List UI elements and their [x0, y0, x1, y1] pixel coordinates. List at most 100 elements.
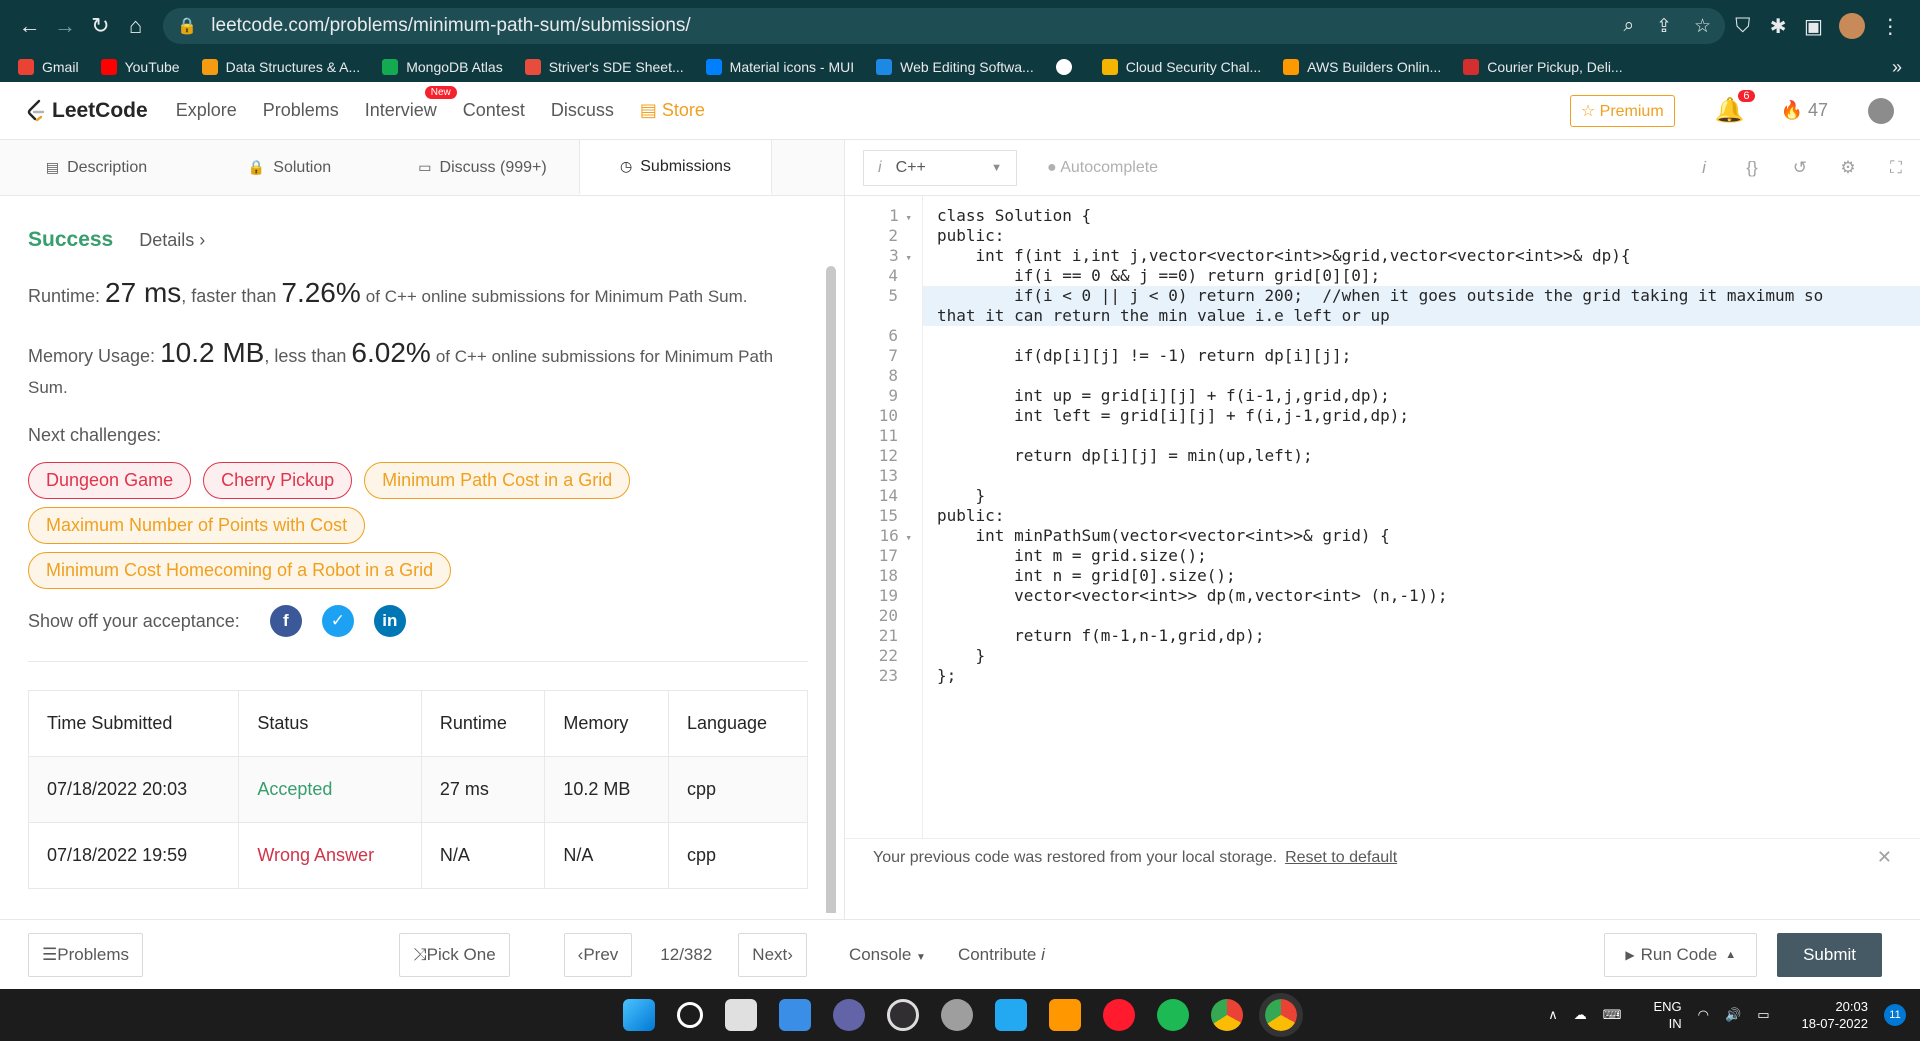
tab-discuss[interactable]: ▭ Discuss (999+)	[386, 140, 579, 195]
braces-icon[interactable]: {}	[1728, 158, 1776, 178]
problems-button[interactable]: ☰ Problems	[28, 932, 144, 977]
leetcode-logo[interactable]: LeetCode	[26, 99, 148, 123]
linkedin-icon[interactable]: in	[373, 605, 406, 637]
shield-icon[interactable]: ⛉	[1725, 15, 1760, 38]
chevron-up-icon[interactable]: ∧	[1548, 1007, 1558, 1023]
table-cell[interactable]: Accepted	[238, 756, 422, 823]
star-icon[interactable]: ☆	[1694, 15, 1711, 38]
battery-icon[interactable]: ▭	[1757, 1007, 1769, 1023]
home-icon[interactable]: ⌂	[118, 8, 153, 44]
facebook-icon[interactable]: f	[269, 605, 302, 637]
sidepanel-icon[interactable]: ▣	[1796, 14, 1831, 39]
volume-icon[interactable]: 🔊	[1725, 1007, 1741, 1023]
bookmark-item[interactable]: Courier Pickup, Deli...	[1463, 59, 1623, 75]
bookmark-item[interactable]: AWS Builders Onlin...	[1283, 59, 1441, 75]
bookmark-item[interactable]: Striver's SDE Sheet...	[524, 59, 684, 75]
search-icon[interactable]	[677, 1002, 703, 1028]
reload-icon[interactable]: ↻	[83, 8, 118, 44]
details-link[interactable]: Details ›	[139, 230, 205, 251]
user-avatar-icon[interactable]	[1868, 97, 1894, 124]
more-bookmarks-icon[interactable]: »	[1892, 57, 1902, 78]
autocomplete-toggle[interactable]: ● Autocomplete	[1047, 159, 1158, 177]
menu-dots-icon[interactable]: ⋮	[1873, 14, 1908, 39]
table-cell[interactable]: Wrong Answer	[238, 822, 422, 889]
premium-button[interactable]: ☆ Premium	[1569, 94, 1675, 127]
fullscreen-icon[interactable]: ⛶	[1872, 158, 1920, 178]
twitter-icon[interactable]: ✓	[321, 605, 354, 637]
url-text[interactable]: leetcode.com/problems/minimum-path-sum/s…	[211, 15, 1601, 37]
nav-interview[interactable]: Interview New	[365, 86, 457, 121]
challenge-chip[interactable]: Minimum Cost Homecoming of a Robot in a …	[28, 552, 452, 589]
bookmark-item[interactable]: Gmail	[18, 59, 79, 75]
zoom-icon[interactable]: ⌕	[1623, 15, 1634, 37]
settings-icon[interactable]: ⚙	[1824, 158, 1872, 178]
address-bar[interactable]: 🔒 leetcode.com/problems/minimum-path-sum…	[163, 8, 1726, 44]
bell-icon[interactable]: 🔔 6	[1715, 90, 1755, 125]
bookmark-item[interactable]	[1055, 59, 1080, 75]
cloud-icon[interactable]: ☁	[1574, 1007, 1587, 1023]
contribute-button[interactable]: Contribute i	[958, 945, 1045, 965]
notification-badge[interactable]: 11	[1884, 1004, 1906, 1026]
reset-icon[interactable]: ↺	[1776, 158, 1824, 178]
chat-app-icon[interactable]	[833, 999, 865, 1031]
tab-description[interactable]: ▤ Description	[0, 140, 193, 195]
challenge-chip[interactable]: Cherry Pickup	[203, 462, 353, 499]
runtime-mid: , faster than	[181, 286, 277, 306]
bookmark-item[interactable]: YouTube	[100, 59, 180, 75]
windows-start-icon[interactable]	[623, 999, 655, 1031]
info-icon[interactable]: i	[1680, 158, 1728, 178]
pick-one-button[interactable]: ⤨ Pick One	[399, 932, 510, 977]
opera-icon[interactable]	[1103, 999, 1135, 1031]
profile-avatar[interactable]	[1839, 13, 1865, 39]
submit-button[interactable]: Submit	[1777, 932, 1882, 977]
bookmark-item[interactable]: Cloud Security Chal...	[1101, 59, 1261, 75]
spotify-icon[interactable]	[1157, 999, 1189, 1031]
table-row[interactable]: 07/18/2022 20:03 Accepted 27 ms 10.2 MB cpp	[27, 756, 809, 823]
console-button[interactable]: Console ▼	[849, 945, 926, 965]
challenge-chip[interactable]: Dungeon Game	[28, 462, 192, 499]
clock[interactable]: 20:03 18-07-2022	[1786, 998, 1869, 1032]
reset-default-link[interactable]: Reset to default	[1285, 849, 1397, 867]
vscode-icon[interactable]	[995, 999, 1027, 1031]
bookmark-item[interactable]: Web Editing Softwa...	[876, 59, 1034, 75]
fold-icon[interactable]: ▾	[899, 251, 912, 264]
next-button[interactable]: Next ›	[738, 932, 807, 977]
wifi-icon[interactable]: ◠	[1698, 1007, 1709, 1023]
nav-contest[interactable]: Contest	[463, 100, 525, 121]
fold-icon[interactable]: ▾	[899, 211, 912, 224]
nav-problems[interactable]: Problems	[263, 100, 339, 121]
chrome-active-icon[interactable]	[1259, 993, 1303, 1037]
tab-solution[interactable]: 🔒 Solution	[193, 140, 386, 195]
bookmark-item[interactable]: Data Structures & A...	[201, 59, 360, 75]
challenge-chip[interactable]: Maximum Number of Points with Cost	[28, 507, 366, 544]
forward-icon[interactable]: →	[47, 8, 82, 44]
challenge-chip[interactable]: Minimum Path Cost in a Grid	[364, 462, 631, 499]
fold-icon[interactable]: ▾	[899, 531, 912, 544]
code-content[interactable]: class Solution {public: int f(int i,int …	[923, 196, 1920, 841]
run-code-button[interactable]: ▶ Run Code ▲	[1604, 932, 1758, 977]
prev-button[interactable]: ‹ Prev	[563, 932, 633, 977]
bookmark-item[interactable]: MongoDB Atlas	[382, 59, 503, 75]
tab-submissions[interactable]: ◷ Submissions	[579, 140, 772, 195]
chrome-icon[interactable]	[1211, 999, 1243, 1031]
widgets-icon[interactable]	[779, 999, 811, 1031]
keyboard-icon[interactable]: ⌨	[1603, 1007, 1622, 1023]
share-icon[interactable]: ⇪	[1656, 15, 1672, 38]
database-icon[interactable]	[941, 999, 973, 1031]
puzzle-icon[interactable]: ✱	[1760, 14, 1795, 39]
close-icon[interactable]: ✕	[1877, 847, 1892, 868]
table-row[interactable]: 07/18/2022 19:59 Wrong Answer N/A N/A cpp	[27, 822, 809, 889]
bookmark-item[interactable]: Material icons - MUI	[705, 59, 854, 75]
language-indicator[interactable]: ENG IN	[1638, 998, 1682, 1032]
nav-discuss[interactable]: Discuss	[551, 100, 614, 121]
obs-icon[interactable]	[887, 999, 919, 1031]
code-editor[interactable]: 1 ▾ 2 3 ▾ 4 5 6 7 8 9 10 11 12 13 14 15 16 ▾ 17 18 19 20 21 2…	[845, 196, 1920, 841]
back-icon[interactable]: ←	[12, 8, 47, 44]
streak[interactable]: 🔥 47	[1781, 100, 1828, 121]
nav-explore[interactable]: Explore	[176, 100, 237, 121]
task-view-icon[interactable]	[725, 999, 757, 1031]
language-select[interactable]: i C++ ▼	[863, 149, 1017, 186]
sublime-icon[interactable]	[1049, 999, 1081, 1031]
nav-store[interactable]: ▤ Store	[640, 100, 705, 121]
left-scrollbar[interactable]	[826, 266, 836, 913]
